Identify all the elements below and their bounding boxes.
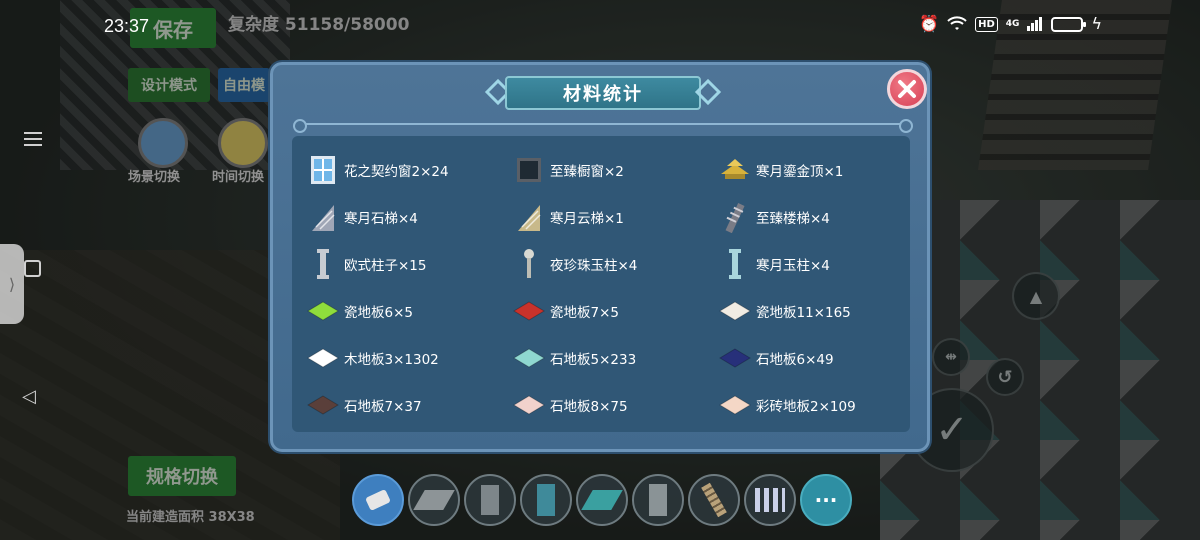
side-drawer-handle[interactable]: ⟩ — [0, 244, 24, 324]
floor-tile-icon — [512, 342, 546, 374]
material-item: 瓷地板11×165 — [718, 295, 906, 327]
material-item-label: 至臻楼梯×4 — [756, 211, 830, 227]
tile-tool-button[interactable] — [576, 474, 628, 526]
floor-tile-icon — [512, 295, 546, 327]
material-item-label: 寒月云梯×1 — [550, 211, 624, 227]
fence-tool-button[interactable] — [744, 474, 796, 526]
window-icon — [306, 154, 340, 186]
material-item: 石地板7×37 — [306, 389, 512, 421]
material-item-label: 木地板3×1302 — [344, 352, 439, 368]
floor-tile-icon — [718, 342, 752, 374]
tile-icon — [581, 490, 623, 510]
material-item-label: 夜珍珠玉柱×4 — [550, 258, 638, 274]
build-toolbar: ··· — [352, 474, 852, 526]
material-item-label: 瓷地板6×5 — [344, 305, 413, 321]
eraser-tool-button[interactable] — [352, 474, 404, 526]
material-item: 石地板5×233 — [512, 342, 718, 374]
material-item-label: 石地板8×75 — [550, 399, 628, 415]
back-icon[interactable]: ◁ — [22, 386, 36, 407]
door-tool-button[interactable] — [464, 474, 516, 526]
stone-stairs-icon — [306, 201, 340, 233]
material-item-label: 石地板6×49 — [756, 352, 834, 368]
material-item: 寒月鎏金顶×1 — [718, 154, 906, 186]
eraser-icon — [365, 489, 391, 511]
material-item-label: 寒月玉柱×4 — [756, 258, 830, 274]
material-item: 彩砖地板2×109 — [718, 389, 906, 421]
material-item: 至臻楼梯×4 — [718, 201, 906, 233]
pearl-jade-pillar-icon — [512, 248, 546, 280]
cabinet-window-icon — [512, 154, 546, 186]
alarm-icon: ⏰ — [919, 14, 940, 33]
door-icon — [481, 485, 499, 515]
floor-tile-icon — [512, 389, 546, 421]
floor-tile-icon — [306, 342, 340, 374]
title-ornament-right-icon — [694, 78, 722, 106]
home-icon[interactable] — [24, 260, 41, 277]
material-item: 夜珍珠玉柱×4 — [512, 248, 718, 280]
battery-icon — [1051, 16, 1087, 32]
material-item: 瓷地板6×5 — [306, 295, 512, 327]
european-pillar-icon — [306, 248, 340, 280]
staircase-icon — [718, 201, 752, 233]
golden-roof-icon — [718, 154, 752, 186]
menu-icon[interactable] — [24, 128, 42, 148]
signal-icon — [1027, 17, 1043, 31]
floor-tile-icon — [306, 295, 340, 327]
material-item: 寒月玉柱×4 — [718, 248, 906, 280]
stairs-tool-button[interactable] — [688, 474, 740, 526]
material-item: 寒月云梯×1 — [512, 201, 718, 233]
cloud-ladder-icon — [512, 201, 546, 233]
wifi-icon — [947, 16, 967, 30]
material-item: 木地板3×1302 — [306, 342, 512, 374]
material-grid: 花之契约窗2×24 至臻橱窗×2 寒月鎏金顶×1 寒月石梯×4 寒月云梯×1 至臻楼梯×4… — [306, 154, 906, 421]
material-item: 寒月石梯×4 — [306, 201, 512, 233]
material-item-label: 石地板7×37 — [344, 399, 422, 415]
material-list-panel: 花之契约窗2×24 至臻橱窗×2 寒月鎏金顶×1 寒月石梯×4 寒月云梯×1 至臻楼梯×4… — [292, 136, 910, 432]
material-item: 瓷地板7×5 — [512, 295, 718, 327]
hd-badge: HD — [975, 16, 998, 32]
material-item-label: 瓷地板11×165 — [756, 305, 851, 321]
material-item: 石地板6×49 — [718, 342, 906, 374]
wall-icon — [537, 484, 555, 516]
material-stats-dialog: 材料统计 花之契约窗2×24 至臻橱窗×2 寒月鎏金顶×1 寒月石梯×4 寒月云梯×1 至… — [270, 62, 930, 452]
close-icon — [898, 80, 916, 98]
floor-tool-button[interactable] — [408, 474, 460, 526]
cabinet-icon — [649, 484, 667, 516]
material-item-label: 欧式柱子×15 — [344, 258, 427, 274]
material-item: 花之契约窗2×24 — [306, 154, 512, 186]
floor-tile-icon — [718, 389, 752, 421]
material-item-label: 石地板5×233 — [550, 352, 637, 368]
clock: 23:37 — [104, 16, 150, 36]
material-item: 欧式柱子×15 — [306, 248, 512, 280]
floor-tile-icon — [306, 389, 340, 421]
jade-pillar-icon — [718, 248, 752, 280]
more-icon: ··· — [814, 488, 838, 512]
wall-tool-button[interactable] — [520, 474, 572, 526]
material-item-label: 彩砖地板2×109 — [756, 399, 856, 415]
dialog-title: 材料统计 — [563, 84, 643, 105]
material-item-label: 瓷地板7×5 — [550, 305, 619, 321]
stairs-icon — [701, 482, 727, 518]
charging-icon: ϟ — [1091, 14, 1102, 33]
material-item-label: 寒月石梯×4 — [344, 211, 418, 227]
fridge-tool-button[interactable] — [632, 474, 684, 526]
material-item-label: 寒月鎏金顶×1 — [756, 164, 844, 180]
floor-tile-icon — [718, 295, 752, 327]
dialog-title-banner: 材料统计 — [505, 76, 701, 110]
network-label: 4G — [1005, 19, 1020, 29]
material-item: 石地板8×75 — [512, 389, 718, 421]
more-tools-button[interactable]: ··· — [800, 474, 852, 526]
floor-icon — [413, 490, 455, 510]
material-item-label: 花之契约窗2×24 — [344, 164, 449, 180]
dialog-divider — [293, 119, 913, 133]
material-item-label: 至臻橱窗×2 — [550, 164, 624, 180]
material-item: 至臻橱窗×2 — [512, 154, 718, 186]
fence-icon — [755, 488, 785, 512]
status-icons: ⏰ HD 4G ϟ — [919, 14, 1102, 34]
close-button[interactable] — [887, 69, 927, 109]
